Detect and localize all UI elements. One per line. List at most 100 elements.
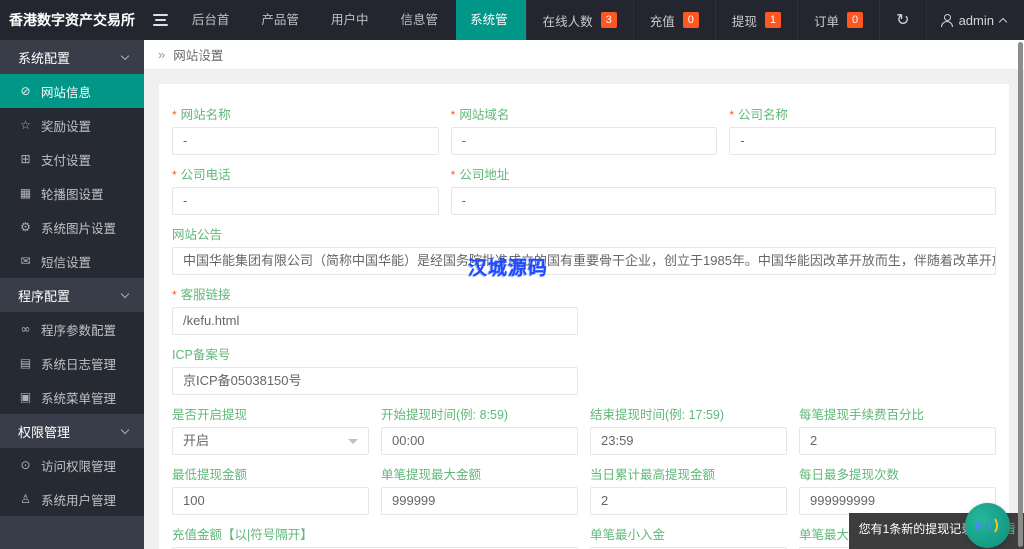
sidebar-item-1-1[interactable]: ▤ 系统日志管理 xyxy=(0,346,144,380)
breadcrumb: » 网站设置 xyxy=(144,40,1024,70)
sound-notification-button[interactable] xyxy=(965,503,1010,548)
header-stat-2[interactable]: 提现 1 xyxy=(714,0,797,40)
text-input[interactable]: - xyxy=(172,127,439,155)
sidebar-item-1-0[interactable]: ∞ 程序参数配置 xyxy=(0,312,144,346)
menu-toggle-button[interactable] xyxy=(144,0,178,40)
form-field: 开始提现时间(例: 8:59) 00:00 xyxy=(381,408,578,455)
nav-tab-2[interactable]: 用户中心 xyxy=(317,0,387,67)
username: admin xyxy=(958,12,994,28)
text-input[interactable]: 中国华能集团有限公司（简称中国华能）是经国务院批准成立的国有重要骨干企业，创立于… xyxy=(172,247,996,275)
header-stat-3[interactable]: 订单 0 xyxy=(797,0,879,40)
sidebar-section-label: 程序配置 xyxy=(18,288,71,304)
header-stat-1[interactable]: 充值 0 xyxy=(632,0,715,40)
toast-text: 您有1条新的提现记录, xyxy=(858,522,977,536)
text-input[interactable]: 100 xyxy=(172,487,369,515)
form-row: * 网站名称 - * 网站域名 - * 公司名称 - xyxy=(172,108,996,155)
field-label: * 公司电话 xyxy=(172,168,439,183)
sidebar-item-2-0[interactable]: ⊙ 访问权限管理 xyxy=(0,448,144,482)
text-input[interactable]: - xyxy=(450,187,996,215)
form-row: 是否开启提现开启 开始提现时间(例: 8:59) 00:00 结束提现时间(例: 17… xyxy=(172,408,996,455)
text-input[interactable]: 00:00 xyxy=(381,427,578,455)
nav-tab-1[interactable]: 产品管理 xyxy=(247,0,317,67)
form-row: * 公司电话 - * 公司地址 - xyxy=(172,168,996,215)
field-label: 单笔最小入金 xyxy=(590,528,787,543)
sidebar-item-0-1[interactable]: ☆ 奖励设置 xyxy=(0,108,144,142)
access-permission-icon: ⊙ xyxy=(20,458,31,472)
sidebar-item-2-1[interactable]: ♙ 系统用户管理 xyxy=(0,482,144,516)
input-value: - xyxy=(461,133,466,148)
field-label: * 公司名称 xyxy=(729,108,996,123)
form-field: 单笔提现最大金额 999999 xyxy=(381,468,578,515)
stat-badge: 1 xyxy=(764,12,782,28)
field-label-text: ICP备案号 xyxy=(172,348,231,362)
main-content: » 网站设置 * 网站名称 - * 网站域名 - * 公司名称 - * 公司电话 - * 公司地址 - 网站公… xyxy=(144,40,1024,549)
required-asterisk: * xyxy=(172,288,177,302)
sidebar-section-label: 权限管理 xyxy=(18,424,71,440)
form-field: * 公司地址 - xyxy=(450,168,996,215)
text-input[interactable]: 2 xyxy=(799,427,996,455)
field-label-text: 网站名称 xyxy=(180,108,231,122)
field-label: ICP备案号 xyxy=(172,348,578,363)
required-asterisk: * xyxy=(729,108,734,122)
sidebar-item-label: 奖励设置 xyxy=(41,119,92,134)
nav-tab-4[interactable]: 系统管理 xyxy=(456,0,526,67)
field-label: 单笔提现最大金额 xyxy=(381,468,578,483)
field-label-text: 开始提现时间(例: 8:59) xyxy=(381,408,509,422)
website-info-icon: ⊘ xyxy=(20,84,31,98)
field-label-text: 网站域名 xyxy=(459,108,510,122)
field-label: * 网站域名 xyxy=(451,108,718,123)
sidebar-item-1-2[interactable]: ▣ 系统菜单管理 xyxy=(0,380,144,414)
text-input[interactable]: /kefu.html xyxy=(172,307,578,335)
header-stat-0[interactable]: 在线人数 3 xyxy=(525,0,633,40)
field-label-text: 单笔最小入金 xyxy=(590,528,666,542)
sidebar-item-0-0[interactable]: ⊘ 网站信息 xyxy=(0,74,144,108)
field-label-text: 公司地址 xyxy=(459,168,510,182)
text-input[interactable]: 999999999 xyxy=(799,487,996,515)
sidebar-section-label: 系统配置 xyxy=(18,50,71,66)
field-label: 开始提现时间(例: 8:59) xyxy=(381,408,578,423)
text-input[interactable]: 京ICP备05038150号 xyxy=(172,367,578,395)
system-image-settings-icon: ⚙ xyxy=(20,220,31,234)
text-input[interactable]: 999999 xyxy=(381,487,578,515)
nav-tab-3[interactable]: 信息管理 xyxy=(387,0,457,67)
field-label-text: 结束提现时间(例: 17:59) xyxy=(590,408,725,422)
input-value: 中国华能集团有限公司（简称中国华能）是经国务院批准成立的国有重要骨干企业，创立于… xyxy=(183,253,995,268)
input-value: 2 xyxy=(601,493,609,508)
field-label: * 客服链接 xyxy=(172,288,578,303)
text-input[interactable]: 23:59 xyxy=(590,427,787,455)
text-input[interactable]: - xyxy=(450,127,718,155)
sidebar-item-label: 系统菜单管理 xyxy=(41,391,117,406)
form-field: 每日最多提现次数 999999999 xyxy=(799,468,996,515)
nav-tab-0[interactable]: 后台首页 xyxy=(178,0,248,67)
user-menu[interactable]: admin xyxy=(925,0,1024,40)
scrollbar-thumb[interactable] xyxy=(1018,42,1023,547)
stat-badge: 3 xyxy=(600,12,617,28)
field-label-text: 单笔提现最大金额 xyxy=(381,468,482,482)
field-label-text: 是否开启提现 xyxy=(172,408,248,422)
field-label-text: 网站公告 xyxy=(172,228,223,242)
sidebar-section-header[interactable]: 系统配置 xyxy=(0,40,144,74)
text-input[interactable]: - xyxy=(729,127,996,155)
refresh-button[interactable]: ↻ xyxy=(879,0,925,40)
input-value: 999999 xyxy=(392,493,436,508)
chevron-down-icon xyxy=(120,289,130,298)
sidebar-item-0-3[interactable]: ▦ 轮播图设置 xyxy=(0,176,144,210)
text-input[interactable]: - xyxy=(172,187,439,215)
text-input[interactable]: 2 xyxy=(590,487,787,515)
input-value: - xyxy=(740,133,745,148)
chevron-down-icon xyxy=(120,51,130,60)
sidebar-item-0-4[interactable]: ⚙ 系统图片设置 xyxy=(0,210,144,244)
stat-label: 在线人数 xyxy=(542,14,593,29)
select-field[interactable]: 开启 xyxy=(172,427,369,455)
form-field: * 公司名称 - xyxy=(729,108,996,155)
sidebar-item-0-5[interactable]: ✉ 短信设置 xyxy=(0,244,144,278)
sidebar-section-header[interactable]: 权限管理 xyxy=(0,414,144,448)
sidebar-section-header[interactable]: 程序配置 xyxy=(0,278,144,312)
field-label-text: 每笔提现手续费百分比 xyxy=(799,408,925,422)
breadcrumb-prefix-icon: » xyxy=(158,47,166,62)
required-asterisk: * xyxy=(172,108,177,122)
sidebar-item-0-2[interactable]: ⊞ 支付设置 xyxy=(0,142,144,176)
stat-label: 充值 xyxy=(649,14,675,29)
form-field: 每笔提现手续费百分比 2 xyxy=(799,408,996,455)
field-label-text: 最低提现金额 xyxy=(172,468,248,482)
